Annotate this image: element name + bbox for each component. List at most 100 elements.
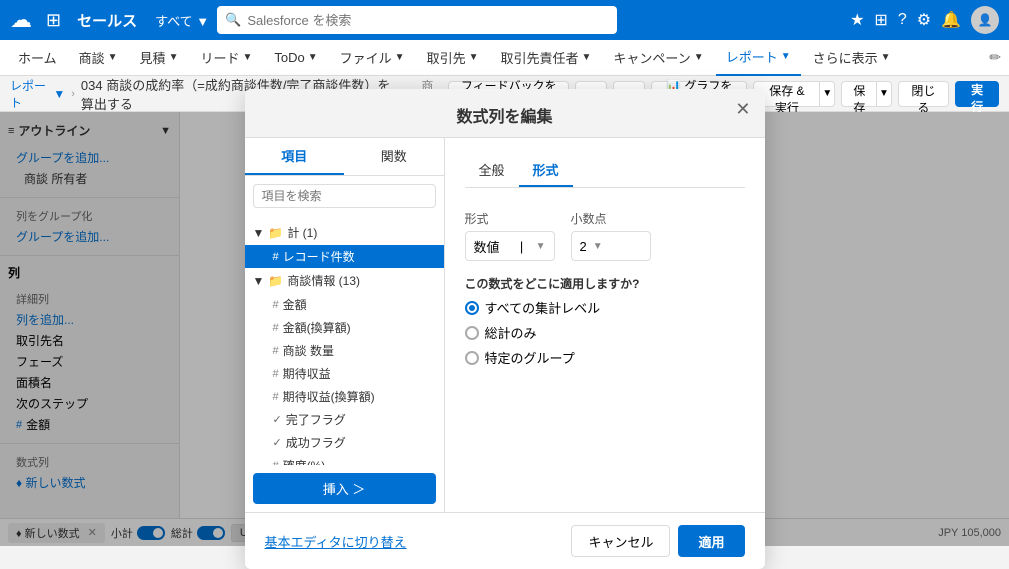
save-run-split: 保存 & 実行 ▼ [753, 81, 835, 107]
item-amount[interactable]: # 金額 [245, 293, 444, 316]
breadcrumb[interactable]: レポート ▼ [10, 77, 65, 111]
item-search-input[interactable] [253, 184, 436, 208]
favorites-icon[interactable]: ★ [850, 10, 864, 30]
save-dropdown[interactable]: ▼ [876, 81, 891, 107]
nav-todo[interactable]: ToDo ▼ [264, 40, 327, 76]
tab-format[interactable]: 形式 [519, 154, 573, 187]
nav-reports[interactable]: レポート ▼ [716, 40, 801, 76]
avatar[interactable]: 👤 [971, 6, 999, 34]
modal-search [245, 176, 444, 216]
folder-icon2: 📁 [268, 274, 283, 288]
hash-icon3: # [273, 322, 279, 334]
modal-footer: 基本エディタに切り替え キャンセル 適用 [245, 512, 765, 569]
item-label-complete-flag: 完了フラグ [286, 411, 346, 428]
folder-icon: 📁 [268, 226, 283, 240]
apply-button[interactable]: 適用 [678, 525, 744, 557]
folder-label: 計 (1) [287, 224, 317, 241]
close-button[interactable]: 閉じる [898, 81, 950, 107]
basic-editor-link[interactable]: 基本エディタに切り替え [265, 532, 407, 551]
apply-section: この数式をどこに適用しますか? すべての集計レベル 総計のみ [465, 275, 745, 367]
decimal-value: 2 [580, 239, 587, 254]
format-group: 形式 数値 | ▼ [465, 210, 555, 261]
modal-right-tabs: 全般 形式 [465, 154, 745, 188]
nav-home[interactable]: ホーム [8, 40, 67, 76]
nav-leads[interactable]: リード ▼ [190, 40, 262, 76]
modal-header: 数式列を編集 ✕ [245, 89, 765, 138]
tab-items[interactable]: 項目 [245, 138, 345, 175]
hash-icon4: # [273, 345, 279, 357]
modal-title: 数式列を編集 [456, 103, 552, 127]
decimal-group: 小数点 2 ▼ [571, 210, 651, 261]
footer-actions: キャンセル 適用 [571, 525, 744, 557]
nav-contacts[interactable]: 取引先責任者 ▼ [491, 40, 602, 76]
search-bar[interactable]: 🔍 [217, 6, 617, 34]
waffle-icon[interactable]: ⊞ [874, 10, 887, 30]
tab-functions[interactable]: 関数 [344, 138, 444, 175]
save-run-dropdown[interactable]: ▼ [819, 81, 835, 107]
item-deal-qty[interactable]: # 商談 数量 [245, 339, 444, 362]
run-button[interactable]: 実行 [955, 81, 999, 107]
topbar-icons: ★ ⊞ ? ⚙ 🔔 👤 [850, 6, 999, 34]
item-expected-rev-conv[interactable]: # 期待収益(換算額) [245, 385, 444, 408]
item-label-expected-rev-conv: 期待収益(換算額) [283, 388, 375, 405]
check-icon: ✓ [273, 413, 282, 426]
radio-circle-specific [465, 351, 479, 365]
notification-icon[interactable]: 🔔 [941, 10, 961, 30]
modal-overlay: 数式列を編集 ✕ 項目 関数 ▼ [0, 112, 1009, 546]
folder-label2: 商談情報 (13) [287, 272, 360, 289]
nav-purchases[interactable]: 見積 ▼ [130, 40, 189, 76]
insert-button[interactable]: 挿入 ＞ [253, 473, 436, 504]
item-complete-flag[interactable]: ✓ 完了フラグ [245, 408, 444, 431]
nav-transactions[interactable]: 取引先 ▼ [417, 40, 489, 76]
apps-grid-icon[interactable]: ⊞ [46, 10, 61, 31]
modal-tree: ▼ 📁 計 (1) # レコード件数 ▼ 📁 商談情報 (13) [245, 216, 444, 465]
format-label: 形式 [465, 210, 555, 227]
save-button[interactable]: 保存 [841, 81, 876, 107]
radio-label-total: 総計のみ [485, 323, 537, 342]
item-expected-rev[interactable]: # 期待収益 [245, 362, 444, 385]
modal-close-button[interactable]: ✕ [735, 99, 750, 120]
item-label-amount-conv: 金額(換算額) [283, 319, 351, 336]
main-content: ≡ アウトライン ▼ グループを追加... 商談 所有者 列をグループ化 グルー… [0, 112, 1009, 546]
format-cursor: | [520, 239, 523, 254]
hash-icon: # [273, 251, 279, 263]
cancel-button[interactable]: キャンセル [571, 525, 670, 557]
apply-question: この数式をどこに適用しますか? [465, 275, 745, 292]
item-success-flag[interactable]: ✓ 成功フラグ [245, 431, 444, 454]
hash-icon6: # [273, 391, 279, 403]
nav-edit-icon[interactable]: ✏ [989, 49, 1001, 66]
hash-icon2: # [273, 299, 279, 311]
nav-campaigns[interactable]: キャンペーン ▼ [603, 40, 713, 76]
all-dropdown[interactable]: すべて ▼ [155, 11, 209, 30]
nav-files[interactable]: ファイル ▼ [330, 40, 415, 76]
settings-icon[interactable]: ⚙ [917, 10, 931, 30]
radio-specific-group[interactable]: 特定のグループ [465, 348, 745, 367]
format-select[interactable]: 数値 | ▼ [465, 231, 555, 261]
radio-circle-all [465, 301, 479, 315]
item-amount-conv[interactable]: # 金額(換算額) [245, 316, 444, 339]
decimal-select[interactable]: 2 ▼ [571, 231, 651, 261]
modal-left-panel: 項目 関数 ▼ 📁 計 (1) # [245, 138, 445, 512]
folder-total[interactable]: ▼ 📁 計 (1) [245, 220, 444, 245]
modal-left-tabs: 項目 関数 [245, 138, 444, 176]
radio-total-only[interactable]: 総計のみ [465, 323, 745, 342]
search-icon: 🔍 [225, 12, 241, 28]
help-icon[interactable]: ? [898, 11, 907, 29]
item-probability[interactable]: # 確度(%) [245, 454, 444, 465]
nav-more[interactable]: さらに表示 ▼ [803, 40, 901, 76]
item-label: レコード件数 [283, 248, 355, 265]
insert-area: 挿入 ＞ [245, 465, 444, 512]
topbar: ☁ ⊞ セールス すべて ▼ 🔍 ★ ⊞ ? ⚙ 🔔 👤 [0, 0, 1009, 40]
formula-edit-modal: 数式列を編集 ✕ 項目 関数 ▼ [245, 89, 765, 569]
tab-general[interactable]: 全般 [465, 154, 519, 187]
save-split: 保存 ▼ [841, 81, 891, 107]
decimal-label: 小数点 [571, 210, 651, 227]
nav-deals[interactable]: 商談 ▼ [69, 40, 128, 76]
radio-all-levels[interactable]: すべての集計レベル [465, 298, 745, 317]
item-record-count[interactable]: # レコード件数 [245, 245, 444, 268]
search-input[interactable] [247, 13, 609, 28]
folder-chevron-icon2: ▼ [253, 274, 265, 288]
item-label-deal-qty: 商談 数量 [283, 342, 334, 359]
folder-deal-info[interactable]: ▼ 📁 商談情報 (13) [245, 268, 444, 293]
check-icon2: ✓ [273, 436, 282, 449]
